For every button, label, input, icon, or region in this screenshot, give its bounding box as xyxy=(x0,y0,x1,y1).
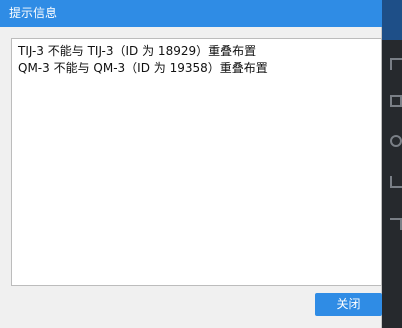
close-button[interactable]: 关闭 xyxy=(315,293,382,316)
corner-icon xyxy=(390,58,402,70)
circle-icon xyxy=(390,135,402,147)
bracket-icon xyxy=(390,176,402,188)
message-line: QM-3 不能与 QM-3（ID 为 19358）重叠布置 xyxy=(18,61,268,75)
message-area: TIJ-3 不能与 TIJ-3（ID 为 18929）重叠布置 QM-3 不能与… xyxy=(11,38,382,286)
dialog-titlebar: 提示信息 xyxy=(0,0,382,27)
background-topbar xyxy=(382,0,402,40)
dialog-title: 提示信息 xyxy=(9,6,58,20)
square-icon xyxy=(390,95,402,107)
message-dialog: 提示信息 TIJ-3 不能与 TIJ-3（ID 为 18929）重叠布置 QM-… xyxy=(0,0,382,328)
angle-icon xyxy=(390,218,402,230)
background-side-panel xyxy=(382,0,402,328)
message-line: TIJ-3 不能与 TIJ-3（ID 为 18929）重叠布置 xyxy=(18,44,257,58)
